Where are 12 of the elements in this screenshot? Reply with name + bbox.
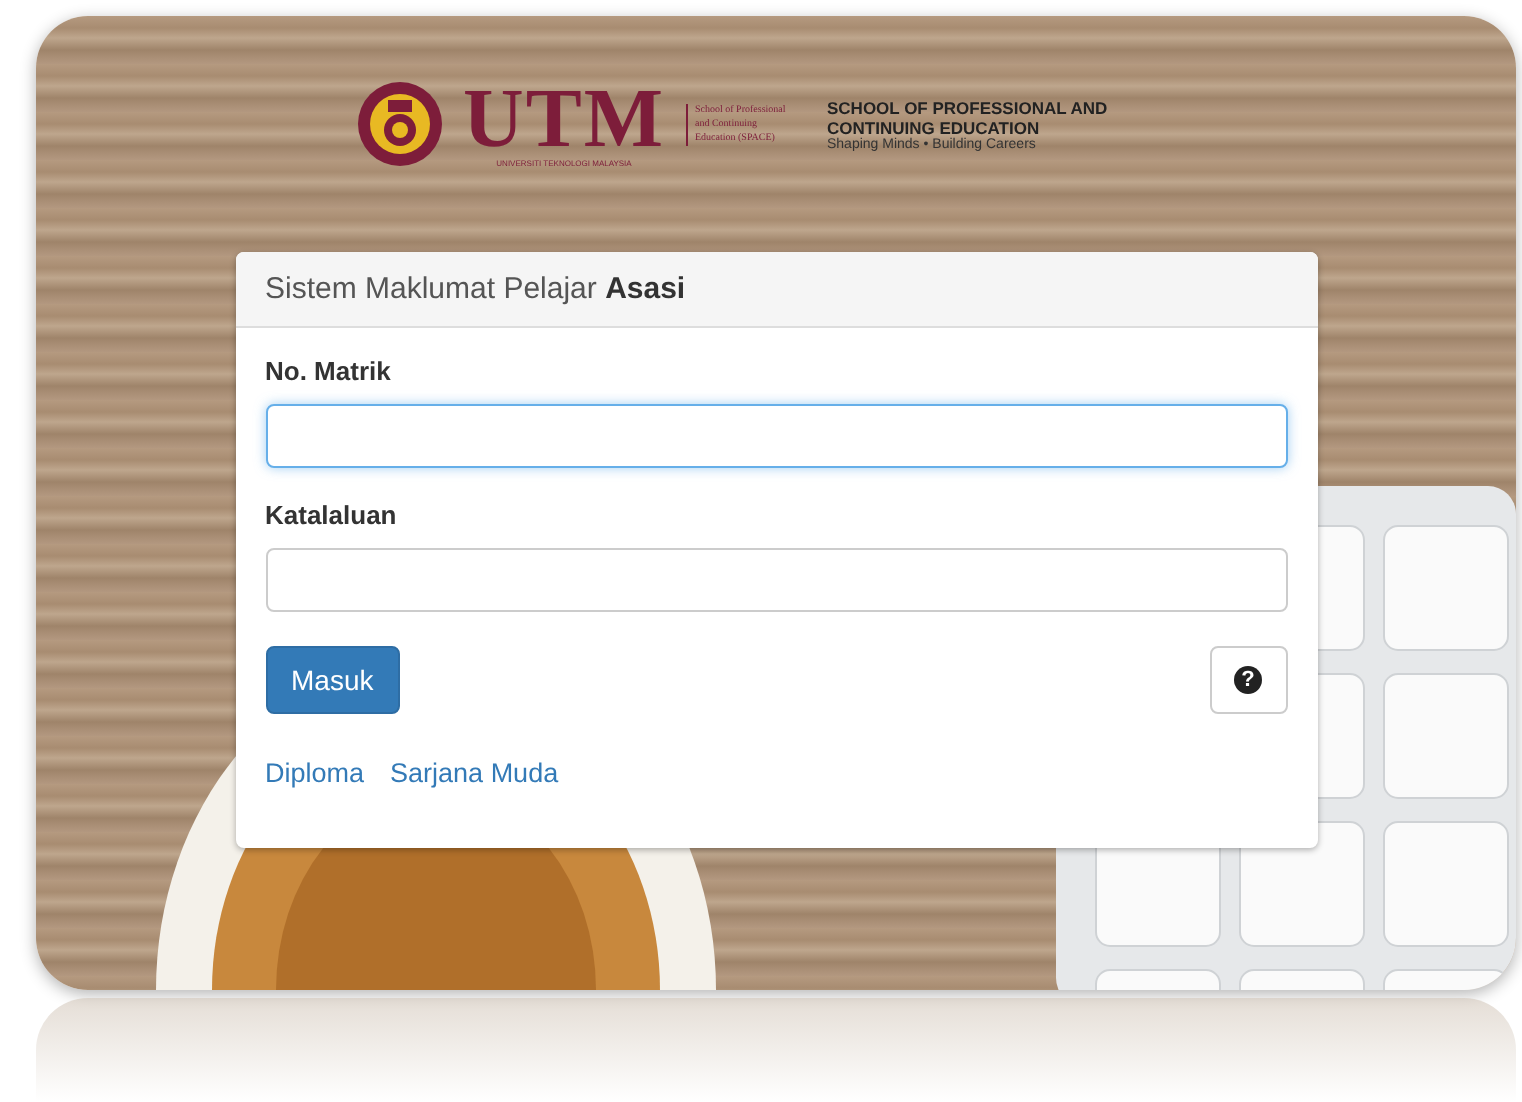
school-name: SCHOOL OF PROFESSIONAL AND CONTINUING EDUCATION — [827, 97, 1110, 137]
field-label: Katalaluan — [265, 500, 399, 530]
input-field[interactable] — [265, 404, 1287, 468]
login-button[interactable]: Masuk — [265, 646, 400, 714]
help-button[interactable]: ? — [1209, 646, 1287, 714]
field-label: No. Matrik — [265, 356, 393, 386]
program-link[interactable]: Sarjana Muda — [390, 758, 559, 788]
crest-icon — [355, 80, 443, 168]
logo-text: UTM — [463, 81, 665, 157]
program-link[interactable]: Diploma — [265, 758, 365, 788]
panel-title: Sistem Maklumat Pelajar Asasi — [235, 252, 1317, 328]
input-field[interactable] — [265, 548, 1287, 612]
